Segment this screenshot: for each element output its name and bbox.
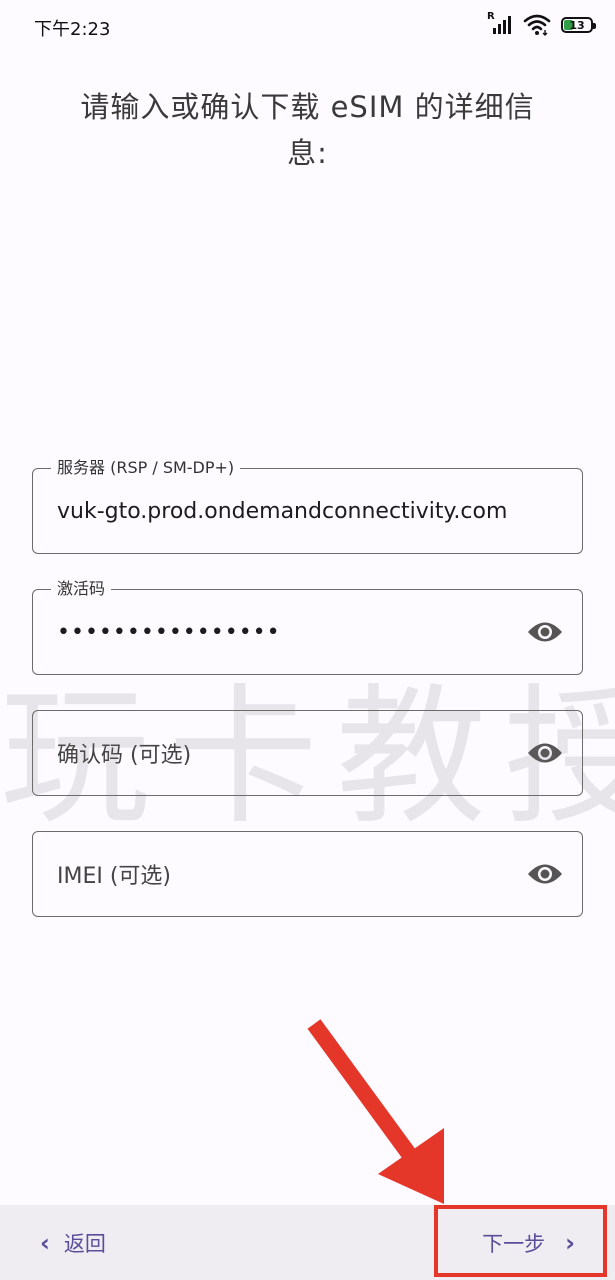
battery-level: 13 (569, 18, 585, 32)
confirmation-code-placeholder[interactable]: 确认码 (可选) (57, 711, 191, 795)
next-button-label: 下一步 (482, 1231, 546, 1256)
server-input[interactable]: vuk-gto.prod.ondemandconnectivity.com (57, 469, 537, 553)
status-time: 下午2:23 (34, 19, 111, 40)
status-bar: 下午2:23 R 13 (0, 0, 615, 54)
back-button[interactable]: ‹ 返回 (40, 1205, 106, 1280)
back-button-label: 返回 (63, 1231, 106, 1256)
eye-icon[interactable] (526, 861, 564, 887)
wifi-icon (523, 14, 551, 36)
status-icons: R 13 (487, 11, 596, 36)
cellular-signal-icon: R (487, 11, 513, 36)
activation-code-input[interactable]: •••••••••••••••• (57, 590, 537, 674)
chevron-right-icon: › (565, 1228, 575, 1257)
eye-icon[interactable] (526, 740, 564, 766)
eye-icon[interactable] (526, 619, 564, 645)
annotation-arrow-icon (307, 1019, 444, 1204)
chevron-left-icon: ‹ (40, 1228, 50, 1257)
imei-placeholder[interactable]: IMEI (可选) (57, 832, 171, 916)
next-button[interactable]: 下一步 › (482, 1205, 575, 1280)
imei-field[interactable]: IMEI (可选) (32, 831, 583, 917)
server-field[interactable]: 服务器 (RSP / SM-DP+) vuk-gto.prod.ondemand… (32, 458, 583, 554)
page-title: 请输入或确认下载 eSIM 的详细信息: (80, 90, 535, 170)
battery-icon: 13 (561, 17, 596, 33)
bottom-nav-bar: ‹ 返回 下一步 › (0, 1205, 615, 1280)
activation-code-field[interactable]: 激活码 •••••••••••••••• (32, 579, 583, 675)
confirmation-code-field[interactable]: 确认码 (可选) (32, 710, 583, 796)
roaming-indicator: R (487, 11, 495, 22)
